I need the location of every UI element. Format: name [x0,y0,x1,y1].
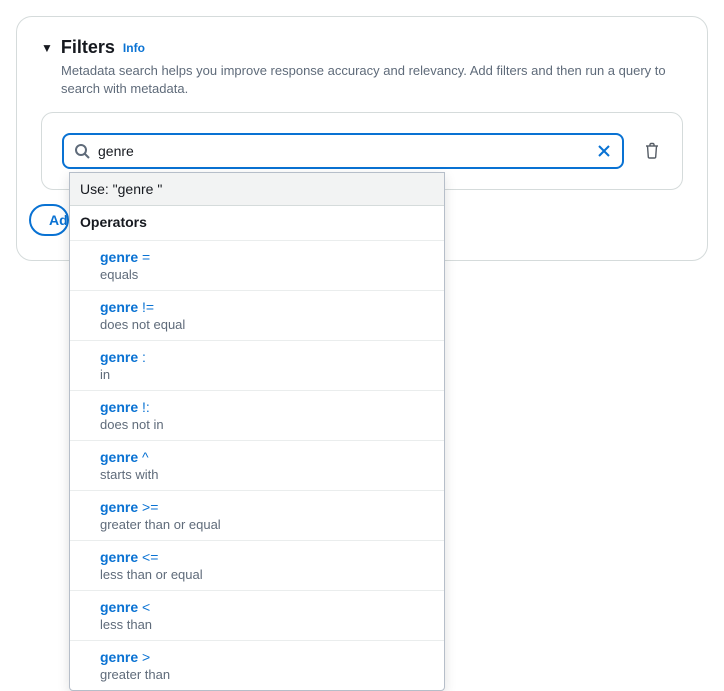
operator-option[interactable]: genre < less than [70,591,444,641]
operator-symbol: <= [138,549,158,565]
operator-symbol: >= [138,499,158,515]
search-input[interactable] [98,143,588,159]
info-link[interactable]: Info [123,41,145,55]
search-icon [74,143,90,159]
operator-label: genre != [100,299,434,315]
operator-option[interactable]: genre !: does not in [70,391,444,441]
filters-title: Filters [61,37,115,58]
operator-label: genre = [100,249,434,265]
operator-description: does not equal [100,317,434,332]
operator-description: equals [100,267,434,282]
use-hint[interactable]: Use: "genre " [70,173,444,206]
operator-symbol: < [138,599,150,615]
operator-description: starts with [100,467,434,482]
operator-label: genre !: [100,399,434,415]
operator-field-name: genre [100,549,138,565]
operator-option[interactable]: genre : in [70,341,444,391]
operator-label: genre < [100,599,434,615]
operator-description: in [100,367,434,382]
operator-dropdown: Use: "genre " Operators genre =equalsgen… [69,172,445,691]
operator-symbol: : [138,349,146,365]
operator-description: does not in [100,417,434,432]
filters-description: Metadata search helps you improve respon… [61,62,683,98]
filter-search-field[interactable] [62,133,624,169]
operator-field-name: genre [100,499,138,515]
operator-label: genre <= [100,549,434,565]
operator-symbol: ^ [138,449,148,465]
operator-description: less than [100,617,434,632]
operator-option[interactable]: genre >= greater than or equal [70,491,444,541]
operator-label: genre : [100,349,434,365]
filters-panel: ▼ Filters Info Metadata search helps you… [16,16,708,261]
operator-option[interactable]: genre = equals [70,241,444,291]
operator-field-name: genre [100,249,138,265]
operator-field-name: genre [100,349,138,365]
operator-field-name: genre [100,399,138,415]
operator-label: genre ^ [100,449,434,465]
operator-symbol: != [138,299,154,315]
clear-icon[interactable] [596,143,612,159]
operator-symbol: = [138,249,150,265]
operator-field-name: genre [100,599,138,615]
operator-field-name: genre [100,299,138,315]
operator-description: less than or equal [100,567,434,582]
delete-icon[interactable] [644,142,662,160]
filters-header: ▼ Filters Info [41,37,683,58]
operator-description: greater than [100,667,434,682]
operators-section-title: Operators [70,206,444,241]
operator-symbol: !: [138,399,150,415]
collapse-caret-icon[interactable]: ▼ [41,42,53,54]
operator-option[interactable]: genre <= less than or equal [70,541,444,591]
operator-option[interactable]: genre != does not equal [70,291,444,341]
add-filter-button[interactable]: Add new filter [29,204,69,236]
operator-option[interactable]: genre >greater than [70,641,444,690]
operator-field-name: genre [100,449,138,465]
operator-label: genre >= [100,499,434,515]
operator-option[interactable]: genre ^ starts with [70,441,444,491]
operator-description: greater than or equal [100,517,434,532]
